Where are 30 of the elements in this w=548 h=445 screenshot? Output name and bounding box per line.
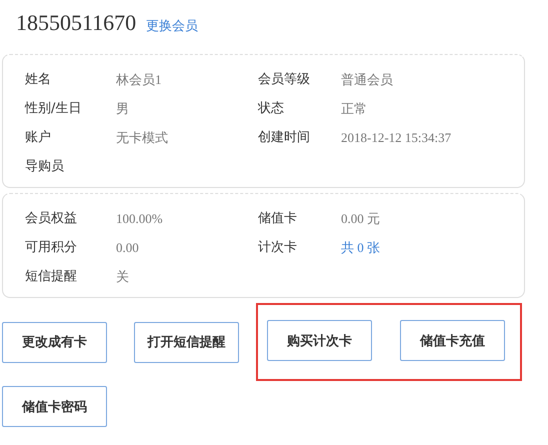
field-label: 可用积分 [25, 239, 78, 257]
field-value: 普通会员 [341, 71, 394, 89]
action-button[interactable]: 更改成有卡 [2, 322, 107, 362]
field-label: 短信提醒 [25, 268, 78, 286]
field-value: 0.00 [116, 239, 140, 257]
change-member-link[interactable]: 更换会员 [146, 17, 198, 35]
action-button[interactable]: 储值卡密码 [2, 386, 107, 427]
action-button[interactable]: 购买计次卡 [267, 320, 372, 361]
field-label: 姓名 [25, 71, 52, 89]
field-label: 性别/生日 [25, 100, 82, 118]
field-label: 创建时间 [258, 129, 311, 147]
field-label: 状态 [258, 100, 285, 118]
action-button[interactable]: 储值卡充值 [400, 320, 505, 361]
field-label: 导购员 [25, 158, 65, 176]
field-value: 0.00 元 [341, 210, 381, 228]
field-value: 林会员1 [116, 71, 162, 89]
field-value: 2018-12-12 15:34:37 [341, 129, 452, 147]
member-phone: 18550511670 [16, 10, 136, 36]
field-link[interactable]: 共 0 张 [341, 233, 524, 262]
field-label: 会员权益 [25, 210, 78, 228]
field-value: 关 [116, 268, 130, 286]
field-value: 100.00% [116, 210, 164, 228]
field-label: 会员等级 [258, 71, 311, 89]
field-label: 计次卡 [258, 239, 298, 257]
field-value: 正常 [341, 100, 368, 118]
field-value: 无卡模式 [116, 129, 169, 147]
field-label: 储值卡 [258, 210, 298, 228]
field-label: 账户 [25, 129, 52, 147]
action-button[interactable]: 打开短信提醒 [134, 322, 239, 362]
field-value: 男 [116, 100, 130, 118]
